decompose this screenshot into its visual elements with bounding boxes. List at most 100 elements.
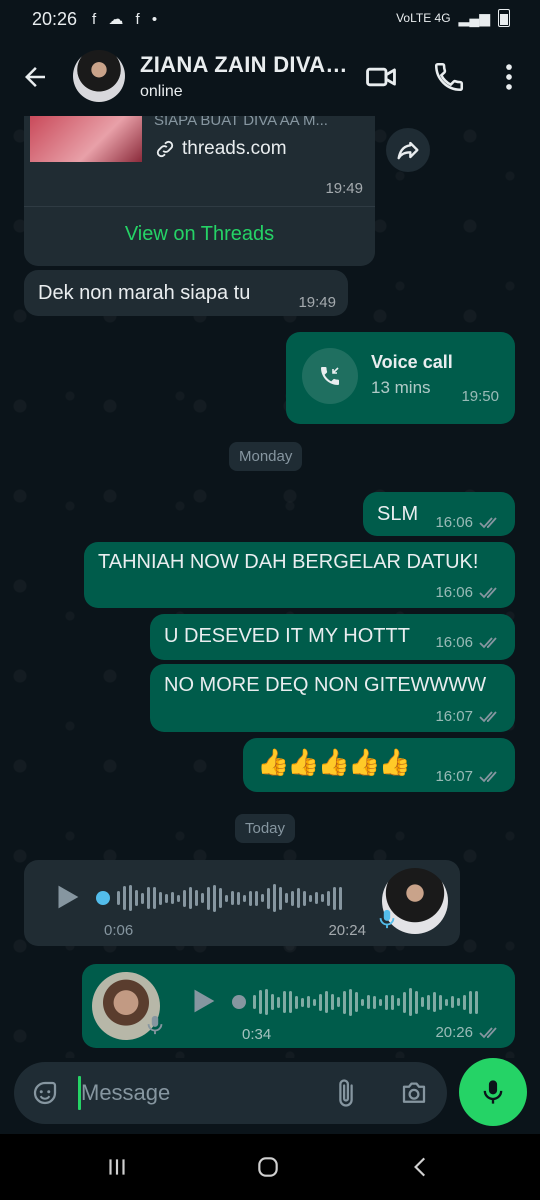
divider: [24, 206, 375, 207]
waveform-bar: [373, 995, 376, 1009]
voice-message-incoming[interactable]: 0:06 20:24: [24, 860, 460, 946]
chat-header: ZIANA ZAIN DIVA… online: [0, 38, 540, 116]
message-input[interactable]: Message: [81, 1080, 170, 1106]
waveform-bar: [177, 894, 180, 902]
waveform-bar: [307, 996, 310, 1008]
waveform-bar: [267, 887, 270, 909]
waveform-bar: [361, 998, 364, 1006]
time-label: 16:06: [435, 514, 473, 531]
message-bubble-outgoing[interactable]: 👍👍👍👍👍 16:07: [243, 738, 515, 792]
waveform-bar: [337, 997, 340, 1007]
message-composer[interactable]: Message: [14, 1062, 447, 1124]
play-button-icon[interactable]: [186, 984, 220, 1018]
waveform-bar: [451, 996, 454, 1008]
attach-icon[interactable]: [331, 1078, 361, 1108]
contact-status: online: [140, 83, 183, 100]
message-time: 19:50: [461, 388, 499, 405]
time-label: 19:50: [461, 388, 499, 405]
contact-name[interactable]: ZIANA ZAIN DIVA…: [140, 52, 348, 78]
network-label: VoLTE 4G: [396, 11, 451, 25]
waveform-bar: [159, 891, 162, 905]
waveform-bar: [219, 888, 222, 908]
camera-icon[interactable]: [398, 1078, 430, 1108]
waveform-bar: [297, 888, 300, 908]
waveform-bar: [433, 992, 436, 1012]
waveform-bar: [279, 886, 282, 910]
contact-avatar[interactable]: [73, 50, 125, 102]
mic-badge-icon: [379, 909, 395, 929]
message-meta: 16:06: [435, 584, 501, 601]
waveform-bar: [285, 893, 288, 903]
message-meta: 20:26: [435, 1024, 501, 1041]
time-label: 16:07: [435, 768, 473, 785]
waveform-bar: [445, 998, 448, 1006]
microphone-icon: [483, 1080, 503, 1104]
waveform-bar: [147, 887, 150, 909]
call-received-icon: [321, 367, 339, 385]
status-bar: 20:26 f ☁ f • VoLTE 4G ▂▄▆: [0, 0, 540, 38]
link-preview-thumbnail: [30, 116, 142, 162]
waveform-bar: [427, 994, 430, 1010]
more-options-icon[interactable]: [492, 60, 526, 94]
message-bubble-incoming[interactable]: Dek non marah siapa tu 19:49: [24, 270, 348, 316]
home-icon[interactable]: [255, 1154, 281, 1180]
time-label: 19:49: [298, 294, 336, 311]
status-time: 20:26: [32, 9, 78, 29]
phone-call-icon[interactable]: [432, 60, 466, 94]
notification-icons: f ☁ f •: [92, 11, 162, 28]
link-domain[interactable]: threads.com: [182, 138, 287, 160]
waveform-bar: [135, 890, 138, 906]
message-text: NO MORE DEQ NON GITEWWWW: [164, 674, 487, 696]
message-bubble-outgoing[interactable]: TAHNIAH NOW DAH BERGELAR DATUK! 16:06: [84, 542, 515, 608]
waveform-bar: [171, 892, 174, 904]
message-bubble-outgoing[interactable]: SLM 16:06: [363, 492, 515, 536]
waveform-bar: [243, 894, 246, 902]
waveform-bar: [141, 892, 144, 904]
waveform-bar: [195, 890, 198, 906]
waveform-bar: [403, 991, 406, 1013]
voice-call-bubble[interactable]: Voice call 13 mins 19:50: [286, 332, 515, 424]
back-nav-icon[interactable]: [408, 1154, 434, 1180]
time-label: 20:24: [328, 922, 366, 939]
waveform-bar: [265, 989, 268, 1015]
waveform-bar: [255, 890, 258, 906]
play-button-icon[interactable]: [50, 880, 84, 914]
double-check-icon: [479, 516, 497, 528]
system-nav-bar: [0, 1134, 540, 1200]
forward-button[interactable]: [386, 128, 430, 172]
battery-icon: [498, 9, 510, 27]
mic-badge-icon: [147, 1015, 163, 1035]
message-time: 20:24: [328, 922, 366, 939]
waveform-bar: [457, 998, 460, 1006]
waveform[interactable]: [96, 878, 342, 918]
voice-record-button[interactable]: [459, 1058, 527, 1126]
message-text: SLM: [377, 503, 419, 525]
message-bubble-outgoing[interactable]: U DESEVED IT MY HOTTT 16:06: [150, 614, 515, 660]
waveform-bar: [385, 994, 388, 1010]
waveform-bar: [117, 891, 120, 905]
waveform-bar: [343, 990, 346, 1014]
voice-message-outgoing[interactable]: 0:34 20:26: [82, 964, 515, 1048]
view-on-threads-button[interactable]: View on Threads: [24, 223, 375, 246]
waveform-bar: [355, 992, 358, 1012]
call-title: Voice call: [371, 352, 453, 372]
recent-apps-icon[interactable]: [104, 1154, 130, 1180]
chat-area[interactable]: SIAPA BUAT DIVA AA M... threads.com 19:4…: [0, 116, 540, 1058]
link-preview-message[interactable]: SIAPA BUAT DIVA AA M... threads.com 19:4…: [24, 116, 375, 266]
waveform-progress-dot[interactable]: [96, 891, 110, 905]
waveform-bar: [277, 996, 280, 1008]
waveform-bar: [231, 891, 234, 905]
message-text: U DESEVED IT MY HOTTT: [164, 625, 410, 647]
waveform-bar: [201, 893, 204, 903]
waveform-bar: [397, 998, 400, 1006]
link-icon: [156, 140, 174, 158]
waveform-bar: [271, 994, 274, 1010]
message-bubble-outgoing[interactable]: NO MORE DEQ NON GITEWWWW 16:07: [150, 664, 515, 732]
message-meta: 16:07: [435, 768, 501, 785]
waveform-bar: [331, 994, 334, 1010]
sticker-icon[interactable]: [30, 1078, 60, 1108]
waveform-progress-dot[interactable]: [232, 995, 246, 1009]
video-call-icon[interactable]: [364, 60, 398, 94]
waveform[interactable]: [232, 982, 478, 1022]
back-arrow-icon[interactable]: [20, 62, 50, 92]
